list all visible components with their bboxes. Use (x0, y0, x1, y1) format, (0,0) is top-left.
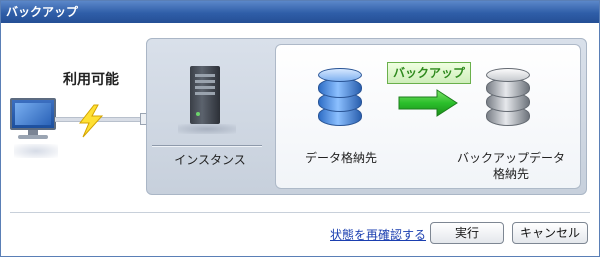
backup-tag: バックアップ (387, 62, 471, 84)
backup-database-icon (486, 68, 530, 128)
availability-status: 利用可能 (56, 67, 126, 91)
footer-divider (10, 212, 590, 213)
recheck-status-link[interactable]: 状態を再確認する (330, 226, 426, 243)
cancel-button[interactable]: キャンセル (512, 222, 588, 244)
backup-store-label-line2: 格納先 (492, 167, 529, 181)
data-store-label: データ格納先 (304, 151, 377, 165)
dialog-title: バックアップ (1, 1, 599, 23)
lightning-icon (78, 104, 104, 138)
server-icon (190, 66, 220, 124)
arrow-right-icon (398, 89, 458, 117)
monitor-icon (10, 98, 56, 140)
run-button[interactable]: 実行 (430, 222, 504, 244)
monitor-shadow (14, 144, 58, 158)
instance-label: インスタンス (174, 153, 246, 167)
database-icon (318, 68, 362, 128)
server-shadow (178, 124, 236, 134)
backup-store-label-line1: バックアップデータ (456, 151, 565, 165)
